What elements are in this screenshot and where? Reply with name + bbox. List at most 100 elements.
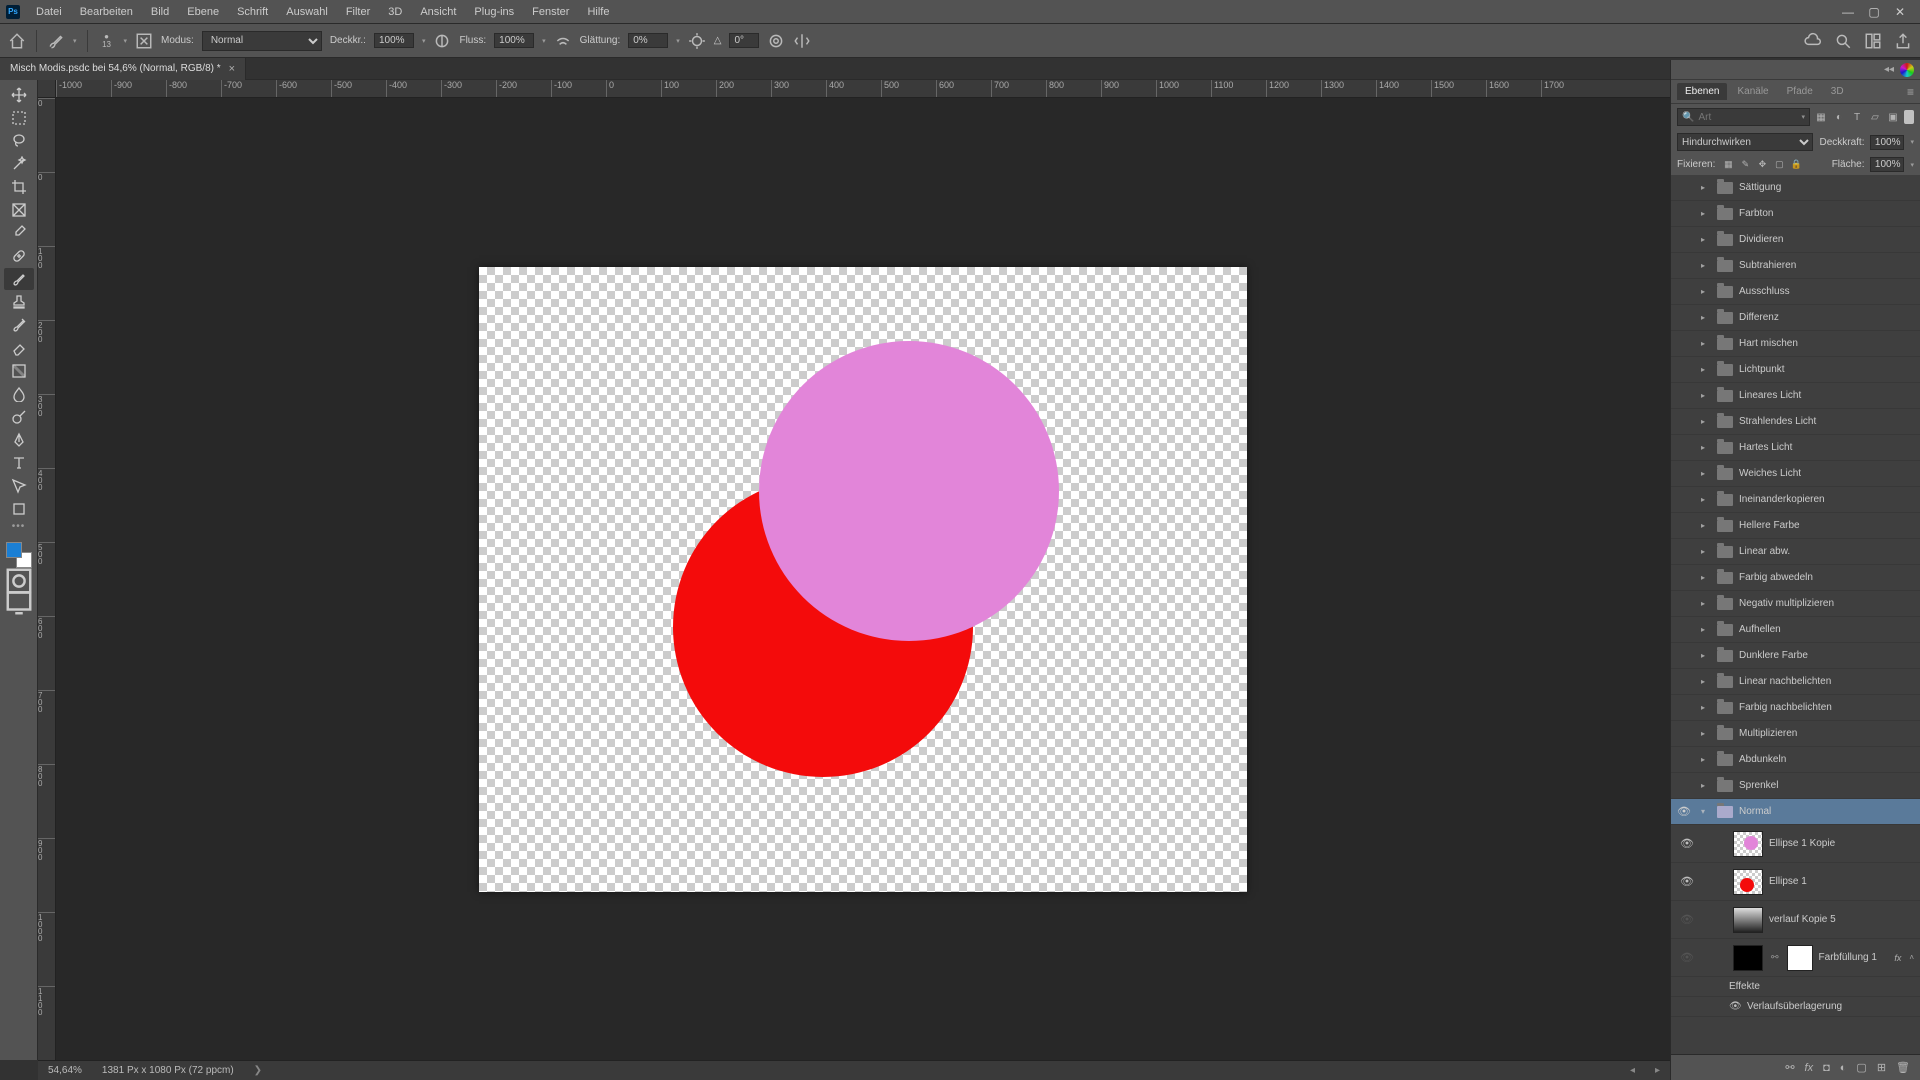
wand-tool[interactable] [4,153,34,175]
brush-tool[interactable] [4,268,34,290]
layer-group[interactable]: ▸Sättigung [1671,175,1920,201]
disclosure-icon[interactable]: ▸ [1701,443,1711,452]
airbrush-icon[interactable] [554,32,572,50]
disclosure-icon[interactable]: ▸ [1701,417,1711,426]
tab-3d[interactable]: 3D [1823,83,1852,100]
filter-smart-icon[interactable]: ▣ [1886,110,1900,124]
menu-item[interactable]: Hilfe [579,3,617,21]
lock-transparency-icon[interactable]: ▦ [1721,158,1735,172]
close-icon[interactable]: ✕ [1892,5,1908,19]
filter-shape-icon[interactable]: ▱ [1868,110,1882,124]
layer-group[interactable]: ▸Sprenkel [1671,773,1920,799]
disclosure-icon[interactable]: ▸ [1701,495,1711,504]
visibility-icon[interactable]: 👁 [1679,837,1695,850]
stamp-tool[interactable] [4,291,34,313]
fill-value[interactable]: 100% [1870,157,1904,172]
layer-group[interactable]: ▸Multiplizieren [1671,721,1920,747]
layer-search-input[interactable] [1698,112,1797,123]
symmetry-icon[interactable] [793,32,811,50]
lock-artboard-icon[interactable]: ▢ [1772,158,1786,172]
menu-item[interactable]: Datei [28,3,70,21]
disclosure-icon[interactable]: ▸ [1701,781,1711,790]
angle-value[interactable]: 0° [729,33,759,48]
type-tool[interactable] [4,452,34,474]
gradient-tool[interactable] [4,360,34,382]
disclosure-icon[interactable]: ▸ [1701,599,1711,608]
disclosure-icon[interactable]: ▸ [1701,521,1711,530]
search-icon[interactable] [1834,32,1852,50]
disclosure-icon[interactable]: ▸ [1701,261,1711,270]
disclosure-icon[interactable]: ▸ [1701,729,1711,738]
menu-item[interactable]: Ebene [179,3,227,21]
menu-item[interactable]: Ansicht [412,3,464,21]
layer-group[interactable]: ▸Abdunkeln [1671,747,1920,773]
visibility-icon[interactable]: 👁 [1679,875,1695,888]
disclosure-icon[interactable]: ▸ [1701,339,1711,348]
layer-fx-icon[interactable]: fx [1805,1062,1814,1074]
eyedropper-tool[interactable] [4,222,34,244]
tab-paths[interactable]: Pfade [1779,83,1821,100]
eraser-tool[interactable] [4,337,34,359]
layer-blend-select[interactable]: Hindurchwirken [1677,133,1813,151]
smoothing-value[interactable]: 0% [628,33,668,48]
disclosure-icon[interactable]: ▸ [1701,209,1711,218]
layer-group[interactable]: ▸Linear abw. [1671,539,1920,565]
lasso-tool[interactable] [4,130,34,152]
layer-row[interactable]: 👁Ellipse 1 [1671,863,1920,901]
layer-group[interactable]: ▸Lichtpunkt [1671,357,1920,383]
visibility-icon[interactable]: 👁 [1677,805,1691,818]
layer-row[interactable]: 👁Ellipse 1 Kopie [1671,825,1920,863]
blend-mode-select[interactable]: Normal [202,31,322,51]
layer-search[interactable]: 🔍 ▾ [1677,108,1810,126]
filter-toggle-icon[interactable] [1904,110,1914,124]
layer-row[interactable]: 👁verlauf Kopie 5 [1671,901,1920,939]
adjustment-layer-icon[interactable]: ◐ [1840,1062,1847,1074]
disclosure-icon[interactable]: ▸ [1701,313,1711,322]
layer-thumb[interactable] [1733,907,1763,933]
layer-group[interactable]: ▸Hart mischen [1671,331,1920,357]
disclosure-icon[interactable]: ▸ [1701,703,1711,712]
menu-item[interactable]: Bild [143,3,177,21]
layer-group[interactable]: ▸Subtrahieren [1671,253,1920,279]
layer-group[interactable]: ▸Hartes Licht [1671,435,1920,461]
smoothing-options-icon[interactable] [688,32,706,50]
layer-opacity-value[interactable]: 100% [1870,135,1904,150]
menu-item[interactable]: Filter [338,3,378,21]
status-prev-icon[interactable]: ◂ [1630,1065,1635,1076]
menu-item[interactable]: Bearbeiten [72,3,141,21]
layer-thumb[interactable] [1733,945,1763,971]
effect-item[interactable]: 👁Verlaufsüberlagerung [1671,997,1920,1017]
menu-item[interactable]: Fenster [524,3,577,21]
tool-overflow[interactable]: ••• [12,521,26,535]
disclosure-icon[interactable]: ▸ [1701,469,1711,478]
ruler-origin[interactable] [38,80,56,98]
filter-type-icon[interactable]: T [1850,110,1864,124]
layer-row[interactable]: 👁⚯Farbfüllung 1fx˄ [1671,939,1920,977]
tab-channels[interactable]: Kanäle [1729,83,1776,100]
cloud-icon[interactable] [1804,32,1822,50]
document-tab[interactable]: Misch Modis.psdc bei 54,6% (Normal, RGB/… [0,58,246,80]
workspace-icon[interactable] [1864,32,1882,50]
collapse-panels-icon[interactable]: ◂◂ [1884,64,1894,75]
layer-group-active[interactable]: 👁▾Normal [1671,799,1920,825]
layer-group[interactable]: ▸Weiches Licht [1671,461,1920,487]
layer-group-icon[interactable]: ▢ [1856,1061,1866,1074]
brush-tool-icon[interactable] [47,32,65,50]
menu-item[interactable]: Schrift [229,3,276,21]
layer-group[interactable]: ▸Farbig nachbelichten [1671,695,1920,721]
marquee-tool[interactable] [4,107,34,129]
effects-row[interactable]: Effekte [1671,977,1920,997]
history-brush-tool[interactable] [4,314,34,336]
disclosure-icon[interactable]: ▸ [1701,183,1711,192]
share-icon[interactable] [1894,32,1912,50]
delete-layer-icon[interactable]: 🗑 [1896,1061,1910,1074]
screenmode-icon[interactable] [4,592,34,612]
disclosure-icon[interactable]: ▸ [1701,287,1711,296]
color-panel-icon[interactable] [1900,63,1914,77]
disclosure-icon[interactable]: ▸ [1701,365,1711,374]
canvas[interactable] [479,267,1247,892]
layer-group[interactable]: ▸Hellere Farbe [1671,513,1920,539]
layer-thumb[interactable] [1733,869,1763,895]
color-swatches[interactable] [4,540,34,570]
healing-tool[interactable] [4,245,34,267]
